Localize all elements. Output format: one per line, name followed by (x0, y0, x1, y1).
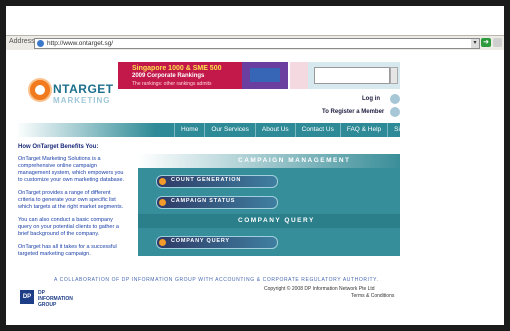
campaign-body: COUNT GENERATION CAMPAIGN STATUS (138, 168, 400, 214)
arrow-bullet-icon (159, 178, 166, 185)
campaign-header: CAMPAIGN MANAGEMENT (138, 154, 400, 168)
banner-image (242, 62, 288, 89)
url-text[interactable]: http://www.ontarget.sg/ (47, 39, 113, 48)
register-arrow-icon[interactable] (390, 107, 400, 117)
login-arrow-icon[interactable] (390, 94, 400, 104)
arrow-bullet-icon (159, 199, 166, 206)
dp-logo[interactable]: DP (20, 290, 34, 304)
count-generation-button[interactable]: COUNT GENERATION (156, 175, 278, 188)
banner-line3: The rankings: other rankings admits (132, 81, 212, 87)
ad-sidebar (290, 62, 308, 89)
url-input[interactable]: http://www.ontarget.sg/ ▾ (34, 38, 480, 49)
search-input[interactable] (314, 67, 390, 84)
search-scrollbar[interactable] (390, 67, 398, 84)
benefits-section: How OnTarget Benefits You: OnTarget Mark… (18, 144, 126, 264)
login-link[interactable]: Log in (362, 96, 380, 102)
services-panel: CAMPAIGN MANAGEMENT COUNT GENERATION CAM… (138, 154, 400, 256)
logo-brand: NTARGET (53, 82, 114, 96)
nav-contact-us[interactable]: Contact Us (294, 123, 340, 137)
logo-tagline: MARKETING (53, 96, 111, 105)
browser-window: Address http://www.ontarget.sg/ ▾ ➜ NTAR… (6, 6, 504, 325)
address-label: Address (9, 38, 35, 45)
links-icon[interactable] (493, 38, 502, 47)
company-query-button[interactable]: COMPANY QUERY (156, 236, 278, 249)
benefits-paragraph: You can also conduct a basic company que… (18, 217, 119, 237)
terms-link[interactable]: Terms & Conditions (351, 293, 394, 299)
campaign-title: CAMPAIGN MANAGEMENT (238, 157, 351, 164)
target-o-icon (28, 78, 52, 102)
nav-site-map[interactable]: Site Map (387, 123, 426, 137)
nav-about-us[interactable]: About Us (254, 123, 295, 137)
address-bar: Address http://www.ontarget.sg/ ▾ ➜ (6, 35, 504, 51)
benefits-title: How OnTarget Benefits You: (18, 144, 99, 150)
search-panel (308, 62, 400, 89)
register-link[interactable]: To Register a Member (322, 109, 384, 115)
nav-faq-help[interactable]: FAQ & Help (339, 123, 387, 137)
collaboration-note: A COLLABORATION OF DP INFORMATION GROUP … (54, 277, 379, 283)
banner-line1: Singapore 1000 & SME 500 (132, 65, 222, 72)
nav-our-services[interactable]: Our Services (204, 123, 255, 137)
benefits-paragraph: OnTarget provides a range of different c… (18, 190, 124, 210)
nav-home[interactable]: Home (174, 123, 204, 137)
go-arrow-icon[interactable]: ➜ (481, 38, 491, 47)
banner-line2: 2009 Corporate Rankings (132, 73, 205, 79)
campaign-status-button[interactable]: CAMPAIGN STATUS (156, 196, 278, 209)
url-dropdown-icon[interactable]: ▾ (471, 39, 479, 48)
copyright-text: Copyright © 2008 DP Information Network … (264, 286, 375, 292)
main-nav: Home Our Services About Us Contact Us FA… (16, 123, 420, 137)
nav-items: Home Our Services About Us Contact Us FA… (174, 123, 426, 137)
ie-page-icon (37, 40, 44, 47)
rankings-banner[interactable]: Singapore 1000 & SME 500 2009 Corporate … (118, 62, 288, 89)
dp-info-text: DP INFORMATION GROUP (38, 290, 73, 308)
benefits-paragraph: OnTarget has all it takes for a successf… (18, 244, 117, 257)
query-body: COMPANY QUERY (138, 228, 400, 256)
query-header: COMPANY QUERY (138, 214, 400, 228)
ontarget-logo[interactable]: NTARGET MARKETING (28, 78, 113, 106)
web-page: NTARGET MARKETING Singapore 1000 & SME 5… (6, 50, 504, 325)
benefits-paragraph: OnTarget Marketing Solutions is a compre… (18, 156, 125, 183)
arrow-bullet-icon (159, 239, 166, 246)
query-title: COMPANY QUERY (238, 217, 315, 224)
